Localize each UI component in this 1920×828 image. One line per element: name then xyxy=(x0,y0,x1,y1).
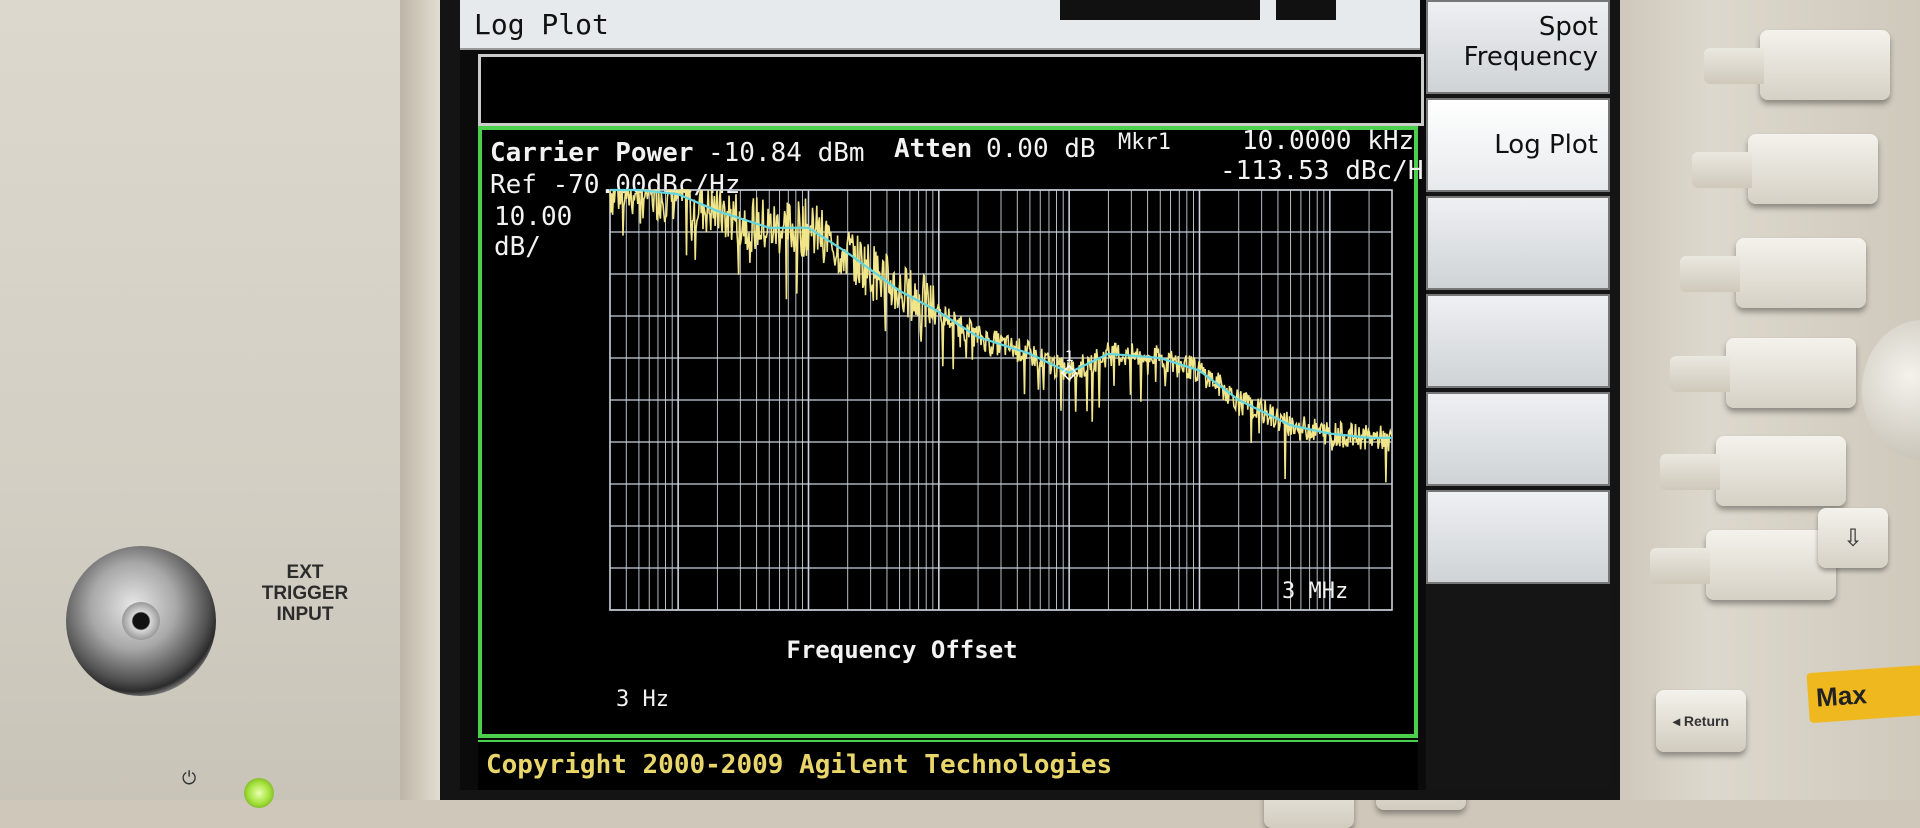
softkey-spot-frequency[interactable]: Spot Frequency xyxy=(1426,0,1610,94)
status-message-line xyxy=(478,54,1424,126)
graticule xyxy=(609,189,1393,611)
hw-softkey-3[interactable] xyxy=(1680,238,1866,308)
title-indicator-box xyxy=(1060,0,1260,20)
softkey-4[interactable] xyxy=(1426,294,1610,388)
marker-number-label: 1 xyxy=(1065,349,1074,365)
phase-noise-plot: 1 3 MHz Frequency Offset 3 Hz xyxy=(609,188,1393,712)
copyright-text: Copyright 2000-2009 Agilent Technologies xyxy=(486,750,1113,780)
return-key[interactable]: ◂ Return xyxy=(1656,690,1746,752)
x-axis-stop-label: 3 MHz xyxy=(1282,579,1348,604)
hw-softkey-2[interactable] xyxy=(1692,134,1878,204)
display-screen: Log Plot Carrier Power -10.84 dBm Atten … xyxy=(460,0,1610,790)
screen-title: Log Plot xyxy=(474,8,609,41)
warning-max-label: Max xyxy=(1806,662,1920,724)
power-led-indicator xyxy=(244,778,274,808)
hw-softkey-6[interactable] xyxy=(1650,530,1836,600)
softkey-label-line2: Frequency xyxy=(1463,42,1598,72)
hw-softkey-1[interactable] xyxy=(1704,30,1890,100)
copyright-bar: Copyright 2000-2009 Agilent Technologies xyxy=(478,740,1418,790)
softkey-menu: Spot Frequency Log Plot xyxy=(1426,0,1610,790)
x-axis-title: Frequency Offset xyxy=(786,636,1017,664)
x-axis-start-label: 3 Hz xyxy=(616,687,669,712)
power-icon: ⏻ xyxy=(182,768,197,789)
title-indicator-box-2 xyxy=(1276,0,1336,20)
ext-trigger-bnc-connector[interactable] xyxy=(66,546,216,696)
instrument-left-panel xyxy=(0,0,440,800)
softkey-label-line2: Log Plot xyxy=(1494,130,1598,160)
title-bar: Log Plot xyxy=(460,0,1420,50)
down-arrow-key[interactable]: ⇩ xyxy=(1818,508,1888,568)
softkey-3[interactable] xyxy=(1426,196,1610,290)
bezel-strip xyxy=(400,0,440,800)
softkey-label-line1: Spot xyxy=(1538,12,1598,42)
bnc-center-pin xyxy=(122,602,160,640)
hw-softkey-5[interactable] xyxy=(1660,436,1846,506)
ext-trigger-label: EXT TRIGGER INPUT xyxy=(261,562,349,625)
hw-softkey-4[interactable] xyxy=(1670,338,1856,408)
softkey-6[interactable] xyxy=(1426,490,1610,584)
softkey-log-plot[interactable]: Log Plot xyxy=(1426,98,1610,192)
softkey-5[interactable] xyxy=(1426,392,1610,486)
measurement-window: Carrier Power -10.84 dBm Atten 0.00 dB M… xyxy=(478,126,1439,738)
